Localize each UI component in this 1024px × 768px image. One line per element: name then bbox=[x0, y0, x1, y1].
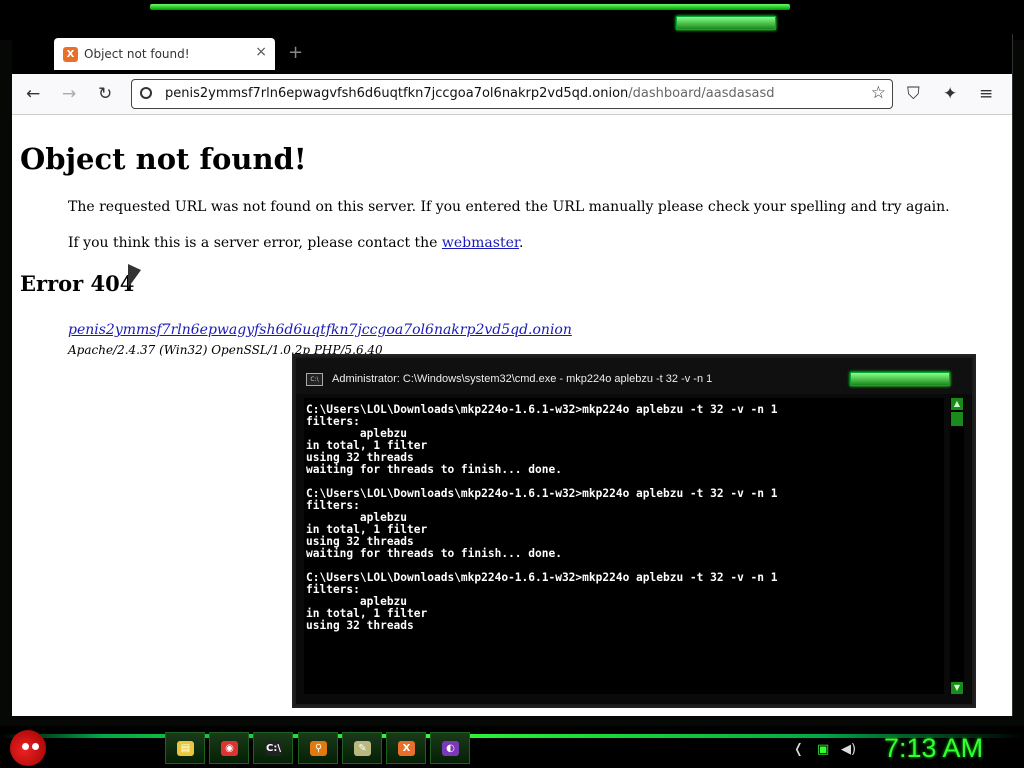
taskbar-item-notepad[interactable]: ✎ bbox=[342, 732, 382, 764]
notepad-icon: ✎ bbox=[354, 741, 371, 756]
cmd-line: waiting for threads to finish... done. bbox=[306, 463, 562, 476]
cmd-window-icon: C:\ bbox=[306, 373, 323, 386]
error-message: The requested URL was not found on this … bbox=[68, 199, 950, 215]
webmaster-link[interactable]: webmaster bbox=[442, 235, 519, 251]
cmd-console[interactable]: C:\Users\LOL\Downloads\mkp224o-1.6.1-w32… bbox=[304, 398, 944, 694]
start-button-angry-bird-icon[interactable] bbox=[10, 730, 46, 766]
cmd-window[interactable]: C:\ Administrator: C:\Windows\system32\c… bbox=[294, 356, 974, 706]
url-path: /dashboard/aasdasasd bbox=[628, 86, 775, 101]
server-address: penis2ymmsf7rln6epwagyfsh6d6uqtfkn7jccgo… bbox=[68, 322, 572, 338]
desktop: X Object not found! × + ← → ↻ penis2ymms… bbox=[0, 0, 1024, 768]
tab-close-icon[interactable]: × bbox=[255, 44, 267, 60]
volume-icon[interactable]: ◀) bbox=[841, 742, 856, 757]
taskbar bbox=[0, 726, 1024, 768]
cmd-scrollbar[interactable]: ▲ ▼ bbox=[950, 398, 964, 694]
contact-prefix: If you think this is a server error, ple… bbox=[68, 235, 442, 251]
chrome-icon: ◉ bbox=[221, 741, 238, 756]
cmd-output: C:\Users\LOL\Downloads\mkp224o-1.6.1-w32… bbox=[304, 398, 944, 632]
cmd-line: using 32 threads bbox=[306, 619, 414, 632]
menu-icon[interactable]: ≡ bbox=[979, 84, 993, 104]
url-bar[interactable]: penis2ymmsf7rln6epwagvfsh6d6uqtfkn7jccgo… bbox=[131, 79, 893, 109]
reload-icon[interactable]: ↻ bbox=[98, 84, 112, 104]
bird-eye-right bbox=[32, 743, 39, 750]
new-tab-button[interactable]: + bbox=[288, 42, 303, 63]
cmd-icon: C:\ bbox=[265, 741, 282, 756]
scroll-up-icon[interactable]: ▲ bbox=[951, 398, 963, 410]
taskbar-item-tor[interactable]: ◐ bbox=[430, 732, 470, 764]
forward-icon[interactable]: → bbox=[62, 84, 76, 104]
bookmark-star-icon[interactable]: ☆ bbox=[871, 83, 886, 103]
taskbar-item-cmd[interactable]: C:\ bbox=[253, 732, 293, 764]
search-icon: ⚲ bbox=[310, 741, 327, 756]
taskbar-item-folder[interactable]: ▤ bbox=[165, 732, 205, 764]
contact-message: If you think this is a server error, ple… bbox=[68, 235, 523, 251]
tab-strip: X Object not found! × + bbox=[12, 34, 1012, 74]
back-icon[interactable]: ← bbox=[26, 84, 40, 104]
taskbar-item-xampp[interactable]: X bbox=[386, 732, 426, 764]
tor-icon: ◐ bbox=[442, 741, 459, 756]
mouse-cursor-icon bbox=[128, 264, 141, 288]
cmd-line: C:\Users\LOL\Downloads\mkp224o-1.6.1-w32… bbox=[306, 571, 778, 584]
tray-chevron-icon[interactable]: ❬ bbox=[793, 742, 804, 757]
tab-title: Object not found! bbox=[84, 47, 190, 61]
tab-object-not-found[interactable]: X Object not found! × bbox=[54, 38, 275, 70]
scroll-down-icon[interactable]: ▼ bbox=[951, 682, 963, 694]
scroll-thumb[interactable] bbox=[951, 412, 963, 426]
taskbar-item-chrome[interactable]: ◉ bbox=[209, 732, 249, 764]
cmd-line: C:\Users\LOL\Downloads\mkp224o-1.6.1-w32… bbox=[306, 487, 778, 500]
taskbar-item-search[interactable]: ⚲ bbox=[298, 732, 338, 764]
cmd-line: C:\Users\LOL\Downloads\mkp224o-1.6.1-w32… bbox=[306, 403, 778, 416]
contact-suffix: . bbox=[519, 235, 524, 251]
clock[interactable]: 7:13 AM bbox=[884, 733, 983, 764]
network-icon[interactable]: ▣ bbox=[817, 742, 829, 757]
server-signature: Apache/2.4.37 (Win32) OpenSSL/1.0.2p PHP… bbox=[68, 343, 383, 357]
nav-toolbar: ← → ↻ penis2ymmsf7rln6epwagvfsh6d6uqtfkn… bbox=[12, 74, 1012, 115]
onion-icon[interactable] bbox=[140, 87, 152, 99]
error-code-heading: Error 404 bbox=[20, 271, 135, 296]
shield-icon[interactable]: ⛉ bbox=[907, 84, 920, 104]
window-controls[interactable] bbox=[676, 16, 776, 30]
url-text[interactable]: penis2ymmsf7rln6epwagvfsh6d6uqtfkn7jccgo… bbox=[165, 86, 775, 101]
xampp-favicon-icon: X bbox=[63, 47, 78, 62]
cmd-window-controls[interactable] bbox=[850, 372, 950, 386]
xampp-icon: X bbox=[398, 741, 415, 756]
page-title: Object not found! bbox=[20, 142, 307, 176]
cmd-line: waiting for threads to finish... done. bbox=[306, 547, 562, 560]
url-host: penis2ymmsf7rln6epwagvfsh6d6uqtfkn7jccgo… bbox=[165, 86, 629, 101]
bird-eye-left bbox=[22, 743, 29, 750]
cmd-title: Administrator: C:\Windows\system32\cmd.e… bbox=[332, 373, 713, 385]
frame-glow-bar bbox=[150, 4, 790, 10]
taskbar-glow bbox=[0, 734, 1024, 738]
cmd-titlebar[interactable]: C:\ Administrator: C:\Windows\system32\c… bbox=[296, 358, 972, 394]
extensions-icon[interactable]: ✦ bbox=[943, 84, 957, 104]
folder-icon: ▤ bbox=[177, 741, 194, 756]
server-address-link[interactable]: penis2ymmsf7rln6epwagyfsh6d6uqtfkn7jccgo… bbox=[68, 322, 572, 338]
